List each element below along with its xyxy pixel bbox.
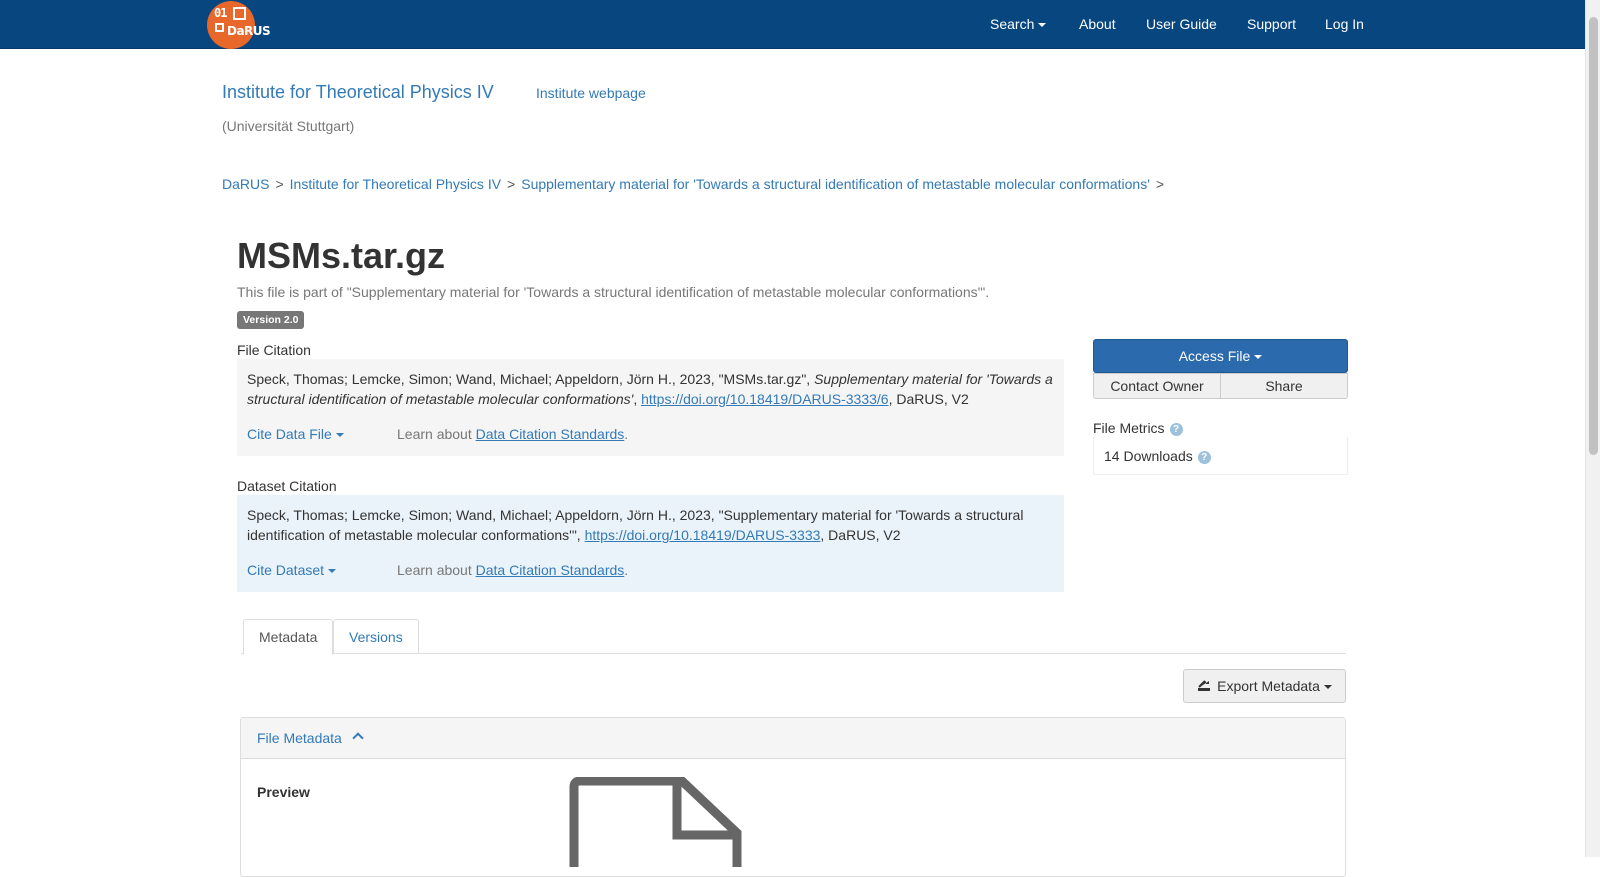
share-button[interactable]: Share xyxy=(1220,373,1348,399)
nav-search-label: Search xyxy=(990,16,1035,32)
file-citation-actions: Cite Data File Learn about Data Citation… xyxy=(247,424,628,444)
scrollbar-thumb[interactable] xyxy=(1589,17,1598,455)
dataset-citation-text: Speck, Thomas; Lemcke, Simon; Wand, Mich… xyxy=(247,505,1054,545)
cite-dataset-button[interactable]: Cite Dataset xyxy=(247,562,337,578)
institute-webpage-link[interactable]: Institute webpage xyxy=(536,85,646,101)
dataverse-name-link[interactable]: Institute for Theoretical Physics IV xyxy=(222,82,494,103)
dataset-citation-suffix: , DaRUS, V2 xyxy=(820,527,901,543)
file-metrics-label: File Metrics? xyxy=(1093,420,1183,436)
file-part-of-text: This file is part of "Supplementary mate… xyxy=(237,284,990,300)
file-metadata-heading: File Metadata xyxy=(257,730,342,746)
nav-user-guide[interactable]: User Guide xyxy=(1146,16,1217,32)
nav-about[interactable]: About xyxy=(1079,16,1116,32)
dataset-citation-actions: Cite Dataset Learn about Data Citation S… xyxy=(247,560,628,580)
dataset-citation-doi-link[interactable]: https://doi.org/10.18419/DARUS-3333 xyxy=(585,527,821,543)
file-metadata-panel: File Metadata Preview xyxy=(240,717,1346,877)
file-metadata-panel-header[interactable]: File Metadata xyxy=(241,718,1345,759)
breadcrumb-item-institute[interactable]: Institute for Theoretical Physics IV xyxy=(290,176,501,192)
tab-metadata[interactable]: Metadata xyxy=(243,619,334,655)
access-file-button[interactable]: Access File xyxy=(1093,339,1348,373)
downloads-count: 14 Downloads xyxy=(1104,448,1193,464)
file-citation-text: Speck, Thomas; Lemcke, Simon; Wand, Mich… xyxy=(247,369,1054,409)
cite-data-file-label: Cite Data File xyxy=(247,426,332,442)
breadcrumb-separator: > xyxy=(275,176,284,192)
logo-text: DaRUS xyxy=(227,24,271,38)
caret-down-icon xyxy=(1038,23,1047,28)
page-title: MSMs.tar.gz xyxy=(237,235,446,276)
contact-owner-button[interactable]: Contact Owner xyxy=(1093,373,1221,399)
breadcrumb-separator: > xyxy=(1155,176,1165,192)
file-citation-suffix: , DaRUS, V2 xyxy=(888,391,969,407)
logo-square-icon xyxy=(215,23,224,32)
help-icon[interactable]: ? xyxy=(1169,422,1183,436)
data-citation-standards-link[interactable]: Data Citation Standards xyxy=(476,562,625,578)
file-citation-authors: Speck, Thomas; Lemcke, Simon; Wand, Mich… xyxy=(247,371,815,387)
cite-dataset-label: Cite Dataset xyxy=(247,562,325,578)
caret-down-icon xyxy=(328,569,337,574)
access-file-label: Access File xyxy=(1178,348,1251,364)
metadata-tabs: Metadata Versions xyxy=(241,619,1346,655)
file-metrics-box: 14 Downloads? xyxy=(1093,437,1348,475)
logo-digits: 01 xyxy=(214,6,227,20)
caret-down-icon xyxy=(335,433,344,438)
logo-square-icon xyxy=(233,7,246,20)
learn-about-text: Learn about Data Citation Standards. xyxy=(397,560,628,580)
file-citation-box: Speck, Thomas; Lemcke, Simon; Wand, Mich… xyxy=(237,359,1064,456)
tab-versions[interactable]: Versions xyxy=(333,619,419,654)
file-citation-separator: , xyxy=(633,391,642,407)
top-navbar: 01 DaRUS Search About User Guide Support… xyxy=(0,0,1585,49)
nav-search-dropdown[interactable]: Search xyxy=(990,16,1047,32)
file-metrics-text: File Metrics xyxy=(1093,420,1165,436)
preview-label: Preview xyxy=(257,784,310,800)
learn-suffix: . xyxy=(624,562,629,578)
darus-logo[interactable]: 01 DaRUS xyxy=(207,1,271,49)
learn-prefix: Learn about xyxy=(397,562,476,578)
help-icon[interactable]: ? xyxy=(1197,450,1211,464)
chevron-up-icon xyxy=(352,732,364,744)
breadcrumb-item-darus[interactable]: DaRUS xyxy=(222,176,269,192)
file-citation-doi-link[interactable]: https://doi.org/10.18419/DARUS-3333/6 xyxy=(641,391,889,407)
learn-suffix: . xyxy=(624,426,629,442)
nav-login[interactable]: Log In xyxy=(1325,16,1364,32)
nav-support[interactable]: Support xyxy=(1247,16,1296,32)
version-badge: Version 2.0 xyxy=(237,311,305,329)
caret-down-icon xyxy=(1323,685,1332,690)
learn-prefix: Learn about xyxy=(397,426,476,442)
file-document-icon xyxy=(569,777,742,867)
cite-data-file-button[interactable]: Cite Data File xyxy=(247,426,344,442)
breadcrumb-item-dataset[interactable]: Supplementary material for 'Towards a st… xyxy=(521,176,1150,192)
export-metadata-label: Export Metadata xyxy=(1217,678,1320,694)
dataverse-affiliation: (Universität Stuttgart) xyxy=(222,118,355,134)
page-scrollbar[interactable] xyxy=(1585,0,1600,857)
caret-down-icon xyxy=(1254,355,1263,360)
dataset-citation-label: Dataset Citation xyxy=(237,478,337,494)
learn-about-text: Learn about Data Citation Standards. xyxy=(397,424,628,444)
dataset-citation-box: Speck, Thomas; Lemcke, Simon; Wand, Mich… xyxy=(237,495,1064,592)
data-citation-standards-link[interactable]: Data Citation Standards xyxy=(476,426,625,442)
export-metadata-button[interactable]: Export Metadata xyxy=(1183,669,1346,703)
breadcrumb: DaRUS > Institute for Theoretical Physics … xyxy=(222,176,1170,192)
export-icon xyxy=(1198,680,1211,691)
file-citation-label: File Citation xyxy=(237,342,311,358)
breadcrumb-separator: > xyxy=(507,176,516,192)
